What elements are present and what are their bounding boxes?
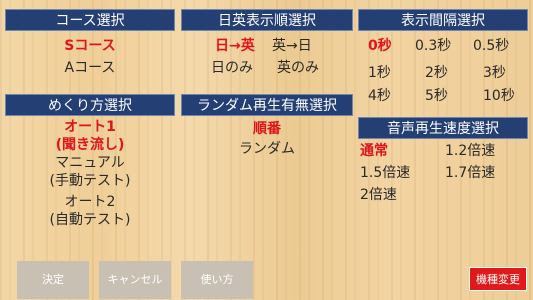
random-option-ordered[interactable]: 順番	[181, 120, 353, 138]
cancel-button[interactable]: キャンセル	[99, 261, 171, 299]
speed-option-1-7[interactable]: 1.7倍速	[445, 164, 495, 182]
interval-option-0-5[interactable]: 0.5秒	[473, 37, 509, 55]
speed-option-1-5[interactable]: 1.5倍速	[360, 164, 410, 182]
order-panel-header: 日英表示順選択	[181, 9, 353, 31]
mekuri-option-manual-sub: (手動テスト)	[49, 173, 131, 189]
mekuri-option-auto1[interactable]: オート1 (聞き流し)	[5, 118, 175, 154]
interval-panel: 表示間隔選択 0秒 0.3秒 0.5秒 1秒 2秒 3秒 4秒 5秒 10秒	[358, 9, 528, 105]
interval-option-2[interactable]: 2秒	[425, 64, 448, 82]
ok-button[interactable]: 決定	[17, 261, 89, 299]
speed-option-1-2[interactable]: 1.2倍速	[445, 142, 495, 160]
mekuri-option-auto1-sub: (聞き流し)	[55, 137, 125, 153]
mekuri-option-auto2-label: オート2	[64, 194, 116, 210]
random-panel: ランダム再生有無選択 順番 ランダム	[181, 94, 353, 164]
speed-option-2[interactable]: 2倍速	[360, 186, 397, 204]
mekuri-option-auto2[interactable]: オート2 (自動テスト)	[5, 193, 175, 229]
mekuri-option-manual-label: マニュアル	[55, 155, 125, 171]
course-panel-header: コース選択	[5, 9, 175, 31]
mekuri-option-auto1-label: オート1	[64, 119, 116, 135]
order-option-ja-only[interactable]: 日のみ	[211, 59, 253, 77]
speed-option-normal[interactable]: 通常	[360, 142, 388, 160]
interval-option-10[interactable]: 10秒	[483, 87, 515, 105]
mekuri-panel: めくり方選択 オート1 (聞き流し) マニュアル (手動テスト) オート2 (自…	[5, 94, 175, 234]
order-option-ja-en[interactable]: 日→英	[215, 37, 255, 55]
change-device-button[interactable]: 機種変更	[469, 267, 527, 291]
interval-option-0-3[interactable]: 0.3秒	[415, 37, 451, 55]
course-option-s[interactable]: Sコース	[5, 37, 175, 55]
order-panel: 日英表示順選択 日→英 英→日 日のみ 英のみ	[181, 9, 353, 79]
course-option-a[interactable]: Aコース	[5, 59, 175, 77]
interval-option-5[interactable]: 5秒	[425, 87, 448, 105]
speed-panel-header: 音声再生速度選択	[358, 117, 528, 139]
howto-button[interactable]: 使い方	[181, 261, 253, 299]
order-option-en-only[interactable]: 英のみ	[277, 59, 319, 77]
mekuri-option-auto2-sub: (自動テスト)	[49, 212, 131, 228]
course-panel: コース選択 Sコース Aコース	[5, 9, 175, 79]
interval-option-0[interactable]: 0秒	[368, 37, 392, 55]
random-option-random[interactable]: ランダム	[181, 140, 353, 158]
mekuri-panel-header: めくり方選択	[5, 94, 175, 116]
random-panel-header: ランダム再生有無選択	[181, 94, 353, 116]
interval-option-1[interactable]: 1秒	[368, 64, 391, 82]
mekuri-option-manual[interactable]: マニュアル (手動テスト)	[5, 154, 175, 190]
speed-panel: 音声再生速度選択 通常 1.2倍速 1.5倍速 1.7倍速 2倍速	[358, 117, 528, 209]
interval-option-3[interactable]: 3秒	[483, 64, 506, 82]
interval-option-4[interactable]: 4秒	[368, 87, 391, 105]
interval-panel-header: 表示間隔選択	[358, 9, 528, 31]
order-option-en-ja[interactable]: 英→日	[272, 37, 312, 55]
